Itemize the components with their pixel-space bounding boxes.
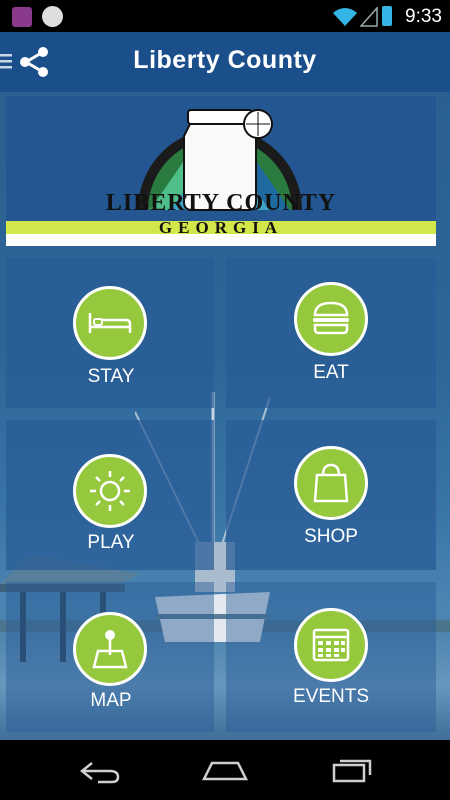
sun-icon [73,454,147,528]
play-label: PLAY [87,532,135,553]
signal-icon [360,7,378,27]
clock: 9:33 [405,6,442,27]
logo-state-name: GEORGIA [158,218,284,237]
system-nav-bar [0,740,450,800]
back-icon[interactable] [78,757,122,785]
home-grid: LIBERTY COUNTY GEORGIA STAY EAT PLAY SHO… [0,92,450,740]
shopping-bag-icon [294,446,368,520]
battery-icon [382,6,392,26]
map-tile[interactable]: MAP [6,582,214,732]
play-tile[interactable]: PLAY [6,420,214,570]
app-bar: Liberty County [0,32,450,92]
recent-apps-icon[interactable] [330,757,374,785]
bed-icon [73,286,147,360]
map-label: MAP [90,690,132,711]
notification-app-icon [12,7,32,27]
stay-label: STAY [87,366,135,387]
calendar-icon [294,608,368,682]
shop-tile[interactable]: SHOP [226,420,436,570]
status-bar: 9:33 [0,0,450,32]
burger-icon [294,282,368,356]
notification-app-icon-2 [42,6,63,27]
page-title: Liberty County [133,46,317,74]
shop-label: SHOP [304,526,358,547]
map-pin-icon [73,612,147,686]
wifi-icon [333,8,357,26]
events-label: EVENTS [292,686,370,707]
home-icon[interactable] [200,757,250,785]
eat-tile[interactable]: EAT [226,258,436,408]
stay-tile[interactable]: STAY [6,258,214,408]
logo-county-name: LIBERTY COUNTY [105,190,337,216]
eat-label: EAT [313,362,349,383]
events-tile[interactable]: EVENTS [226,582,436,732]
